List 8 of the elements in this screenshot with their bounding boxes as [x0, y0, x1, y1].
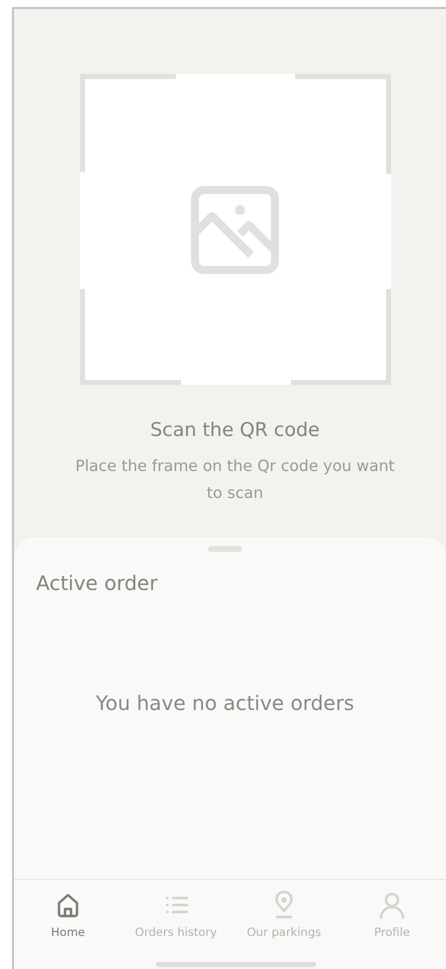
scan-title: Scan the QR code	[150, 419, 320, 441]
empty-message: You have no active orders	[96, 691, 354, 715]
nav-tab[interactable]: Our parkings	[230, 890, 338, 946]
nav-tab[interactable]: Home	[14, 890, 122, 946]
nav-tab[interactable]: Profile	[338, 890, 446, 946]
active-order-title: Active order	[36, 571, 159, 595]
nav-tab[interactable]: Orders history	[122, 890, 230, 946]
scan-hint: Place the frame on the Qr code you want to scan	[74, 456, 396, 504]
